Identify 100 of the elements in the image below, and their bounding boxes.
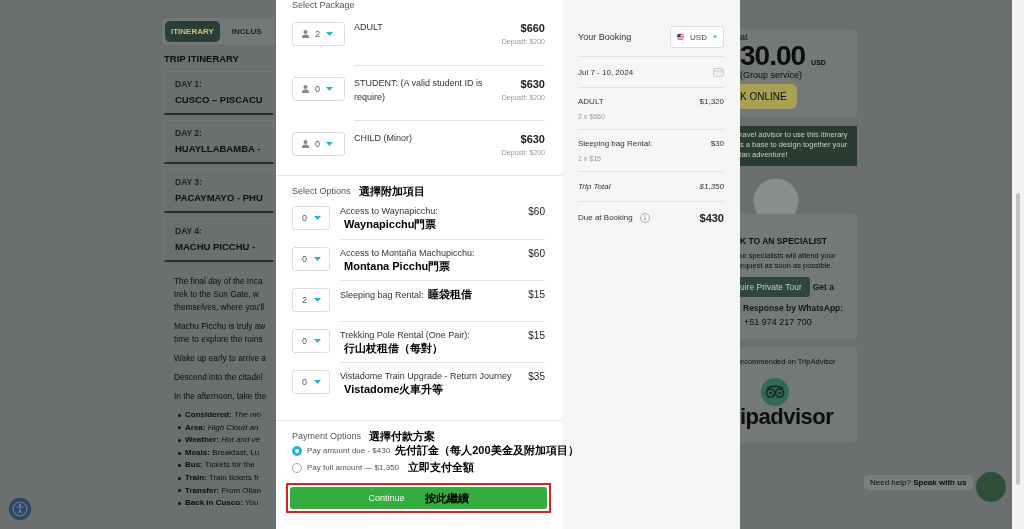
- tab[interactable]: INCLUS: [225, 21, 268, 42]
- bullet-icon: [178, 413, 181, 417]
- section-title: Select Options: [292, 186, 351, 196]
- bullet-icon: [178, 464, 181, 468]
- option-name: Trekking Pole Rental (One Pair):: [340, 330, 470, 340]
- detail-item: Considered: The mo: [185, 409, 262, 421]
- annotation-text: 先付訂金（每人200美金及附加項目）: [395, 443, 579, 458]
- option-name: Sleeping bag Rental:: [340, 290, 424, 300]
- due-label: Due at Booking: [578, 213, 633, 222]
- specialist-title: K TO AN SPECIALIST: [740, 236, 828, 246]
- quantity-select[interactable]: 0: [292, 370, 330, 394]
- quantity-select[interactable]: 2: [292, 22, 345, 46]
- caret-icon: [326, 142, 333, 146]
- day-card[interactable]: DAY 3: PACAYMAYO - PHU: [164, 169, 274, 213]
- person-icon: [302, 30, 309, 38]
- item-amount: $1,320: [699, 97, 724, 106]
- item-name: ADULT: [578, 97, 604, 106]
- quantity-select[interactable]: 0: [292, 77, 345, 101]
- package-price: $630: [520, 133, 545, 145]
- day-title: HUAYLLABAMBA -: [175, 143, 262, 154]
- caret-icon: [314, 339, 321, 343]
- radio-button[interactable]: [292, 445, 302, 456]
- price-prefix: at: [740, 32, 749, 42]
- person-icon: [302, 85, 309, 93]
- radio-label: Pay full amount — $1,350: [307, 463, 401, 472]
- caret-icon: [326, 87, 333, 91]
- option-price: $60: [528, 206, 545, 219]
- owl-logo-icon: [761, 378, 789, 406]
- paragraph: In the afternoon, take the: [174, 390, 268, 403]
- quantity-select[interactable]: 0: [292, 247, 330, 271]
- package-name: CHILD (Minor): [354, 132, 413, 145]
- quantity-select[interactable]: 2: [292, 288, 330, 312]
- accessibility-icon[interactable]: [9, 498, 31, 520]
- tab[interactable]: ITINERARY: [165, 21, 220, 42]
- price-basis: (Group service): [740, 70, 803, 80]
- continue-button[interactable]: Continue 按此繼續: [290, 487, 547, 509]
- caret-icon: [326, 32, 333, 36]
- caret-icon: [314, 257, 321, 261]
- item-name: Sleeping bag Rental:: [578, 139, 653, 148]
- option-price: $15: [528, 289, 545, 302]
- annotation-text: Montana Picchu門票: [344, 260, 451, 273]
- bullet-icon: [178, 489, 181, 493]
- info-icon: [639, 212, 650, 223]
- annotation-text: 選擇附加項目: [358, 186, 425, 196]
- calendar-icon: [713, 67, 724, 77]
- day-label: DAY 4:: [175, 226, 203, 236]
- option-name: Access to Waynapicchu:: [340, 206, 438, 216]
- detail-item: Weather: Hot and ve: [185, 434, 261, 447]
- day-card[interactable]: DAY 4: MACHU PICCHU -: [164, 218, 274, 262]
- detail-item: Meals: Breakfast, Lu: [185, 446, 260, 459]
- item-amount: $30: [710, 139, 724, 148]
- quantity-select[interactable]: 0: [292, 206, 330, 230]
- caret-icon: [314, 216, 321, 220]
- package-name: ADULT: [354, 21, 384, 34]
- radio-button[interactable]: [292, 462, 302, 473]
- private-tour-button[interactable]: uire Private Tour: [740, 277, 810, 297]
- section-title: TRIP ITINERARY: [164, 53, 240, 64]
- annotation-text: Vistadome火車升等: [344, 383, 444, 396]
- section-title: Select Package: [292, 0, 356, 10]
- option-name: Access to Montaña Machupicchu:: [340, 248, 475, 258]
- annotation-text: Waynapicchu門票: [344, 218, 437, 231]
- paragraph: Descend into the citadel: [174, 371, 264, 384]
- paragraph: Wake up early to arrive a: [174, 352, 267, 365]
- currency-select[interactable]: USD: [670, 26, 724, 48]
- book-online-button[interactable]: K ONLINE: [740, 84, 797, 109]
- annotation-text: 選擇付款方案: [369, 431, 436, 441]
- caret-icon: [712, 35, 717, 39]
- bullet-icon: [178, 451, 181, 455]
- section-title: Payment Options: [292, 431, 362, 441]
- option-price: $60: [528, 248, 545, 261]
- detail-item: Bus: Tickets for the: [185, 459, 255, 472]
- annotation-text: 睡袋租借: [427, 288, 472, 301]
- flag-icon: [677, 31, 684, 43]
- detail-item: Area: High Cloud an: [185, 421, 259, 434]
- bullet-icon: [178, 476, 181, 480]
- detail-item: Train: Train tickets fr: [185, 471, 259, 484]
- annotation-text: 立即支付全額: [408, 460, 474, 475]
- price-amount: 30.00: [740, 42, 806, 70]
- chat-button[interactable]: [976, 472, 1006, 502]
- total-label: Trip Total: [578, 182, 611, 191]
- annotation-text: 行山杖租借（每對）: [344, 342, 443, 355]
- date-range: Jul 7 - 10, 2024: [578, 67, 634, 77]
- detail-item: Back in Cusco: You: [185, 497, 259, 510]
- bullet-icon: [178, 426, 181, 430]
- help-chip: Need help? Speak with us: [864, 475, 973, 490]
- bullet-icon: [178, 501, 181, 505]
- paragraph: The final day of the Inca trek to the Sun Gate, w themselves, where you'll: [174, 275, 266, 314]
- radio-label: Pay amount due - $430: [307, 446, 391, 455]
- bullet-icon: [178, 439, 181, 442]
- quantity-select[interactable]: 0: [292, 329, 330, 353]
- quantity-select[interactable]: 0: [292, 132, 345, 156]
- day-label: DAY 3:: [175, 177, 203, 187]
- caret-icon: [314, 380, 321, 384]
- whatsapp-label: Response by WhatsApp:: [742, 303, 845, 313]
- day-title: CUSCO – PISCACU: [175, 94, 264, 105]
- total-amount: $1,350: [699, 182, 724, 191]
- person-icon: [302, 140, 309, 148]
- option-price: $35: [528, 371, 545, 384]
- day-card[interactable]: DAY 1: CUSCO – PISCACU: [164, 71, 274, 115]
- day-card[interactable]: DAY 2: HUAYLLABAMBA -: [164, 120, 274, 164]
